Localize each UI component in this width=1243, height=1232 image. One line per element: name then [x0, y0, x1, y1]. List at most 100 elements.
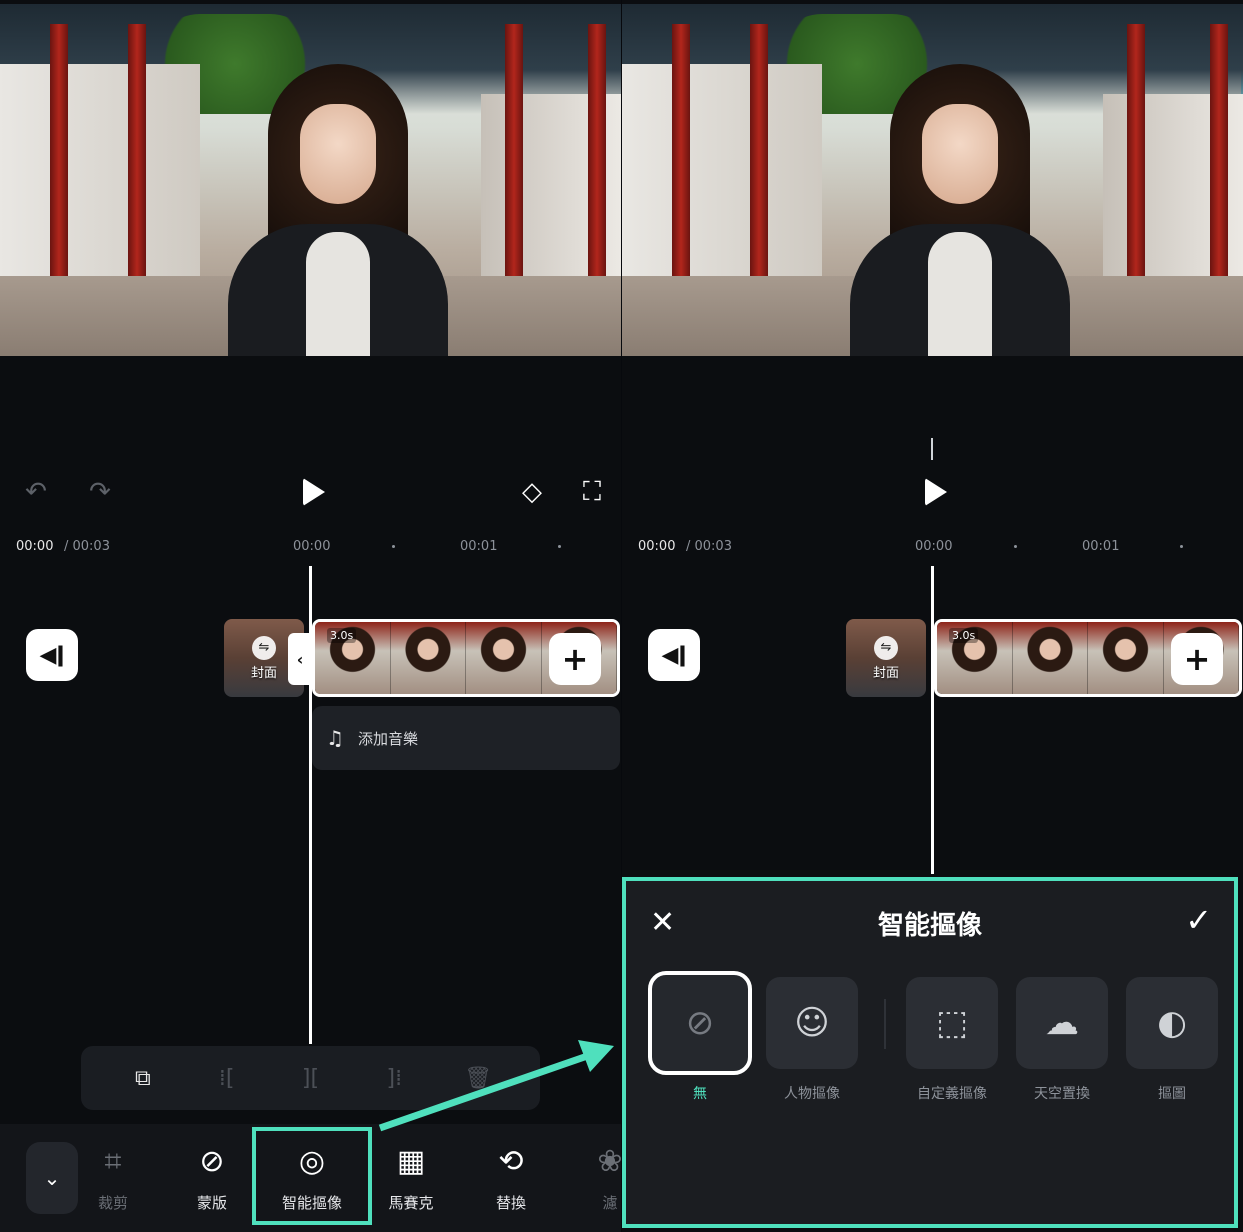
- plus-icon: +: [1183, 640, 1211, 678]
- tool-mask[interactable]: ⊘ 蒙版: [167, 1140, 257, 1213]
- playhead[interactable]: [931, 566, 934, 874]
- option-cutout[interactable]: ◐ 摳圖: [1126, 977, 1218, 1103]
- chevron-left-icon: ‹: [296, 649, 304, 669]
- panel-title: 智能摳像: [877, 911, 982, 941]
- preview-tick: [931, 438, 933, 460]
- tool-crop[interactable]: ⌗ 裁剪: [68, 1140, 158, 1213]
- preview-pillar: [588, 24, 606, 304]
- duplicate-icon[interactable]: ⧉: [123, 1066, 163, 1091]
- delete-icon[interactable]: 🗑: [458, 1066, 498, 1091]
- add-clip-button[interactable]: +: [549, 633, 601, 685]
- preview-wall: [622, 64, 822, 294]
- option-label: 摳圖: [1158, 1086, 1186, 1102]
- person-face: [300, 104, 376, 204]
- clip-frame: [390, 622, 466, 694]
- video-preview[interactable]: [0, 4, 621, 356]
- swap-icon: ⇋: [874, 635, 898, 660]
- clip-trim-handle[interactable]: ‹: [288, 633, 312, 685]
- ruler-dot: [1014, 545, 1017, 548]
- play-icon: [925, 478, 947, 506]
- preview-pillar: [50, 24, 68, 304]
- option-portrait-cutout[interactable]: ☺ 人物摳像: [766, 977, 858, 1103]
- clip-frame: [466, 622, 542, 694]
- filter-icon: ❀: [597, 1144, 621, 1179]
- play-icon: [303, 478, 325, 506]
- option-label: 自定義摳像: [917, 1086, 987, 1102]
- tool-mosaic[interactable]: ▦ 馬賽克: [366, 1140, 456, 1213]
- cover-thumbnail[interactable]: ⇋ 封面: [846, 619, 926, 697]
- time-ruler: 00:00 / 00:03 00:00 00:01: [0, 526, 621, 566]
- preview-pillar: [128, 24, 146, 304]
- split-icon[interactable]: ][: [290, 1066, 330, 1091]
- preview-pillar: [1210, 24, 1228, 304]
- smart-cutout-panel: ✕ 智能摳像 ✓ ⊘ 無 ☺ 人物摳像 ⬚ 自定義摳像 ☁ 天空置換 ◐ 摳圖: [622, 877, 1238, 1228]
- speaker-icon: ◀ǀ: [661, 642, 687, 668]
- clip-frame: [1012, 622, 1088, 694]
- playback-controls: ↶ ↷ ◇ ⛶: [0, 470, 621, 520]
- redo-icon[interactable]: ↷: [78, 470, 122, 514]
- play-button[interactable]: [292, 470, 336, 514]
- sky-replace-icon: ☁: [1016, 977, 1108, 1069]
- add-clip-button[interactable]: +: [1171, 633, 1223, 685]
- swap-icon: ⇋: [252, 635, 276, 660]
- person-shirt: [306, 232, 370, 356]
- smart-cutout-highlight: [252, 1127, 372, 1225]
- mute-audio-button[interactable]: ◀ǀ: [648, 629, 700, 681]
- clip-frame: [1088, 622, 1164, 694]
- music-note-icon: ♫: [326, 726, 344, 750]
- preview-wall: [0, 64, 200, 294]
- total-time: / 00:03: [686, 539, 732, 554]
- fullscreen-icon[interactable]: ⛶: [570, 470, 614, 514]
- keyframe-icon[interactable]: ◇: [510, 470, 554, 514]
- tool-label: 濾: [602, 1194, 618, 1212]
- current-time: 00:00: [638, 539, 676, 554]
- custom-cutout-icon: ⬚: [906, 977, 998, 1069]
- video-preview[interactable]: [622, 4, 1243, 356]
- none-icon: ⊘: [648, 971, 752, 1075]
- tool-label: 替換: [495, 1194, 526, 1212]
- plus-icon: +: [561, 640, 589, 678]
- time-ruler: 00:00 / 00:03 00:00 00:01: [622, 526, 1243, 566]
- option-label: 人物摳像: [784, 1086, 840, 1102]
- playback-controls: [622, 470, 1243, 520]
- person-shirt: [928, 232, 992, 356]
- clip-edit-toolbar: ⧉ ⁞[ ][ ]⁞ 🗑: [81, 1046, 540, 1110]
- portrait-cutout-icon: ☺: [766, 977, 858, 1069]
- time-marker: 00:01: [1082, 539, 1120, 554]
- play-button[interactable]: [914, 470, 958, 514]
- add-music-track[interactable]: ♫ 添加音樂: [312, 706, 620, 770]
- chevron-down-icon: ⌄: [43, 1166, 61, 1190]
- split-end-icon[interactable]: ]⁞: [374, 1066, 414, 1091]
- preview-pillar: [505, 24, 523, 304]
- preview-pillar: [750, 24, 768, 304]
- tool-filter[interactable]: ❀ 濾: [565, 1140, 621, 1213]
- preview-pillar: [672, 24, 690, 304]
- total-time: / 00:03: [64, 539, 110, 554]
- confirm-icon[interactable]: ✓: [1185, 901, 1212, 939]
- preview-pillar: [1127, 24, 1145, 304]
- cover-label: 封面: [872, 665, 899, 681]
- ruler-dot: [558, 545, 561, 548]
- mute-audio-button[interactable]: ◀ǀ: [26, 629, 78, 681]
- ruler-dot: [1180, 545, 1183, 548]
- preview-person: [850, 64, 1070, 356]
- cover-label: 封面: [250, 665, 277, 681]
- option-custom-cutout[interactable]: ⬚ 自定義摳像: [906, 977, 998, 1103]
- speaker-icon: ◀ǀ: [39, 642, 65, 668]
- tool-label: 馬賽克: [388, 1194, 434, 1212]
- person-face: [922, 104, 998, 204]
- add-music-label: 添加音樂: [357, 729, 418, 748]
- option-label: 無: [693, 1086, 707, 1102]
- clip-duration: 3.0s: [949, 628, 979, 643]
- left-editor-screen: ↶ ↷ ◇ ⛶ 00:00 / 00:03 00:00 00:01 ◀ǀ ⇋ 封…: [0, 0, 621, 1232]
- option-sky-replace[interactable]: ☁ 天空置換: [1016, 977, 1108, 1103]
- cutout-icon: ◐: [1126, 977, 1218, 1069]
- tool-replace[interactable]: ⟲ 替換: [466, 1140, 556, 1213]
- clip-duration: 3.0s: [327, 628, 357, 643]
- option-none[interactable]: ⊘ 無: [648, 971, 752, 1103]
- split-start-icon[interactable]: ⁞[: [207, 1066, 247, 1091]
- ruler-dot: [392, 545, 395, 548]
- time-marker: 00:01: [460, 539, 498, 554]
- undo-icon[interactable]: ↶: [14, 470, 58, 514]
- preview-person: [228, 64, 448, 356]
